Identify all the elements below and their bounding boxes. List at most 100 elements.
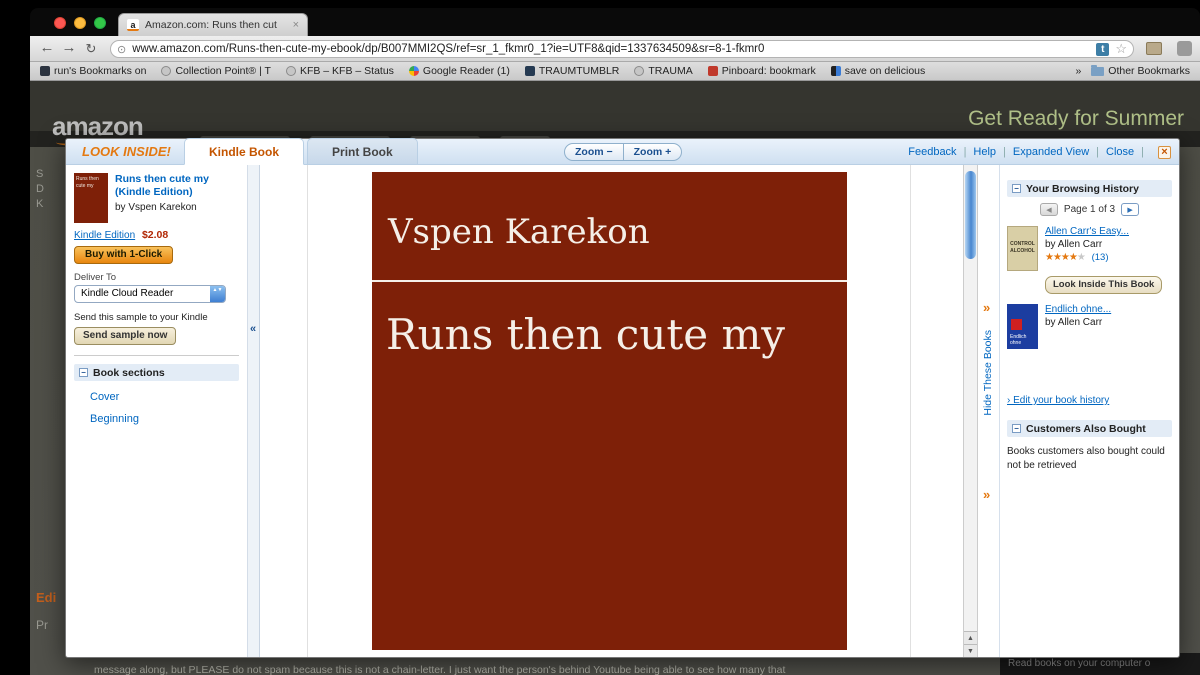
- bookmark-item[interactable]: Collection Point® | T: [161, 65, 270, 77]
- tab-title: Amazon.com: Runs then cut: [145, 19, 287, 31]
- address-bar[interactable]: ⊙ www.amazon.com/Runs-then-cute-my-ebook…: [110, 40, 1134, 58]
- bookmark-label: run's Bookmarks on: [54, 65, 146, 77]
- expanded-view-link[interactable]: Expanded View: [1013, 146, 1106, 158]
- close-link[interactable]: Close: [1106, 146, 1151, 158]
- bookmark-item[interactable]: Pinboard: bookmark: [708, 65, 816, 77]
- pager-label: Page 1 of 3: [1064, 204, 1115, 215]
- bookmark-item[interactable]: KFB – KFB – Status: [286, 65, 394, 77]
- modal-header-links: Feedback Help Expanded View Close ×: [908, 139, 1171, 165]
- other-bookmarks-folder[interactable]: Other Bookmarks: [1091, 65, 1190, 77]
- scroll-down-icon[interactable]: ▼: [964, 644, 977, 657]
- collapse-section-icon[interactable]: −: [79, 368, 88, 377]
- delivery-device-select[interactable]: Kindle Cloud Reader ▲▼: [74, 285, 226, 303]
- collapse-section-icon[interactable]: −: [1012, 424, 1021, 433]
- bookmark-label: KFB – KFB – Status: [300, 65, 394, 77]
- hide-these-books-link[interactable]: Hide These Books: [982, 330, 994, 416]
- book-sections-header[interactable]: − Book sections: [74, 364, 239, 381]
- book-reader-area: Vspen Karekon Runs then cute my: [260, 165, 963, 657]
- url-text[interactable]: www.amazon.com/Runs-then-cute-my-ebook/d…: [132, 43, 1090, 55]
- cover-author-text: Vspen Karekon: [388, 212, 650, 252]
- feedback-link[interactable]: Feedback: [908, 146, 973, 158]
- history-book-title-link[interactable]: Allen Carr's Easy...: [1045, 226, 1129, 237]
- rating-count-link[interactable]: (13): [1092, 252, 1109, 263]
- back-icon[interactable]: ←: [38, 39, 56, 56]
- zoom-out-button[interactable]: Zoom −: [565, 144, 624, 160]
- other-bookmarks-label: Other Bookmarks: [1108, 65, 1190, 77]
- history-book-title-link[interactable]: Endlich ohne...: [1045, 304, 1111, 315]
- page-bottom-text: message along, but PLEASE do not spam be…: [94, 664, 1024, 675]
- tab-close-icon[interactable]: ×: [293, 19, 299, 31]
- help-link[interactable]: Help: [973, 146, 1012, 158]
- collapse-section-icon[interactable]: −: [1012, 184, 1021, 193]
- history-book-thumbnail[interactable]: Endlich ohne: [1007, 304, 1038, 349]
- bookmark-item[interactable]: TRAUMA: [634, 65, 692, 77]
- window-close-button[interactable]: [54, 17, 66, 29]
- reload-icon[interactable]: ↻: [82, 41, 100, 57]
- site-info-icon[interactable]: ⊙: [117, 43, 126, 56]
- expand-icon[interactable]: »: [983, 300, 990, 315]
- reader-scrollbar[interactable]: ▲ ▼: [963, 165, 978, 657]
- zoom-in-button[interactable]: Zoom +: [624, 144, 682, 160]
- bookmarks-overflow-icon[interactable]: »: [1075, 65, 1081, 77]
- bookmark-label: save on delicious: [845, 65, 926, 77]
- book-cover-thumbnail[interactable]: Runs then cute my: [74, 173, 108, 223]
- bookmark-favicon-icon: [634, 66, 644, 76]
- history-book-thumbnail[interactable]: CONTROL ALCOHOL: [1007, 226, 1038, 271]
- amazon-page-dimmed: amazon Get Ready for Summer S D K Edi Pr…: [30, 81, 1200, 675]
- tab-kindle-book[interactable]: Kindle Book: [184, 138, 304, 165]
- browser-tab[interactable]: a Amazon.com: Runs then cut ×: [118, 13, 308, 36]
- title-bar: a Amazon.com: Runs then cut ×: [30, 8, 1200, 36]
- pager-prev-icon[interactable]: ◀: [1040, 203, 1058, 216]
- book-title[interactable]: Runs then cute my (Kindle Edition): [115, 173, 239, 199]
- bookmark-favicon-icon: [525, 66, 535, 76]
- zoom-controls: Zoom − Zoom +: [564, 143, 682, 161]
- window-minimize-button[interactable]: [74, 17, 86, 29]
- bookmark-item[interactable]: TRAUMTUMBLR: [525, 65, 620, 77]
- send-sample-button[interactable]: Send sample now: [74, 327, 176, 345]
- bookmark-label: Collection Point® | T: [175, 65, 270, 77]
- wrench-menu-icon[interactable]: [1177, 41, 1192, 56]
- buy-one-click-button[interactable]: Buy with 1-Click: [74, 246, 173, 264]
- bookmark-favicon-icon: [286, 66, 296, 76]
- select-stepper-icon[interactable]: ▲▼: [210, 286, 225, 302]
- scrollbar-thumb[interactable]: [965, 171, 976, 259]
- folder-icon: [1091, 67, 1104, 76]
- rating: ★★★★★ (13): [1045, 252, 1129, 263]
- section-link-cover[interactable]: Cover: [90, 391, 239, 403]
- bookmark-label: Google Reader (1): [423, 65, 510, 77]
- look-inside-brand: LOOK INSIDE!: [82, 139, 171, 165]
- bookmark-star-icon[interactable]: ☆: [1115, 41, 1127, 57]
- bookmark-item[interactable]: Google Reader (1): [409, 65, 510, 77]
- price: $2.08: [142, 229, 168, 241]
- look-inside-this-book-button[interactable]: Look Inside This Book: [1045, 276, 1162, 294]
- book-cover-page: Vspen Karekon Runs then cute my: [372, 172, 847, 650]
- close-icon[interactable]: ×: [1158, 146, 1171, 159]
- expand-icon[interactable]: »: [983, 487, 990, 502]
- edit-book-history-link[interactable]: › Edit your book history: [1007, 395, 1172, 406]
- browsing-history-header[interactable]: − Your Browsing History: [1007, 180, 1172, 197]
- look-inside-modal: LOOK INSIDE! Kindle Book Print Book Zoom…: [65, 138, 1180, 658]
- window-zoom-button[interactable]: [94, 17, 106, 29]
- sidebar-collapse-strip[interactable]: «: [247, 165, 260, 657]
- extension-icon[interactable]: [1146, 42, 1162, 55]
- amazon-favicon-icon: a: [127, 19, 139, 31]
- forward-icon[interactable]: →: [60, 39, 78, 56]
- modal-header: LOOK INSIDE! Kindle Book Print Book Zoom…: [66, 139, 1179, 165]
- deliver-to-label: Deliver To: [74, 272, 239, 283]
- section-link-beginning[interactable]: Beginning: [90, 413, 239, 425]
- bookmark-item[interactable]: save on delicious: [831, 65, 926, 77]
- tab-print-book[interactable]: Print Book: [307, 138, 418, 165]
- pager-next-icon[interactable]: ▶: [1121, 203, 1139, 216]
- scroll-up-icon[interactable]: ▲: [964, 631, 977, 644]
- pinboard-favicon-icon: [708, 66, 718, 76]
- page-edge: [910, 165, 911, 657]
- kindle-edition-link[interactable]: Kindle Edition: [74, 230, 135, 241]
- star-rating-icon: ★★★★: [1045, 252, 1077, 263]
- customers-also-bought-header[interactable]: − Customers Also Bought: [1007, 420, 1172, 437]
- collapse-sidebar-icon[interactable]: «: [250, 323, 256, 335]
- bookmark-item[interactable]: run's Bookmarks on: [40, 65, 146, 77]
- google-reader-favicon-icon: [409, 66, 419, 76]
- right-rail-collapse-strip: » Hide These Books »: [978, 165, 1000, 657]
- clipped-page-text: S D K: [36, 167, 62, 212]
- tumblr-extension-icon[interactable]: t: [1096, 43, 1109, 56]
